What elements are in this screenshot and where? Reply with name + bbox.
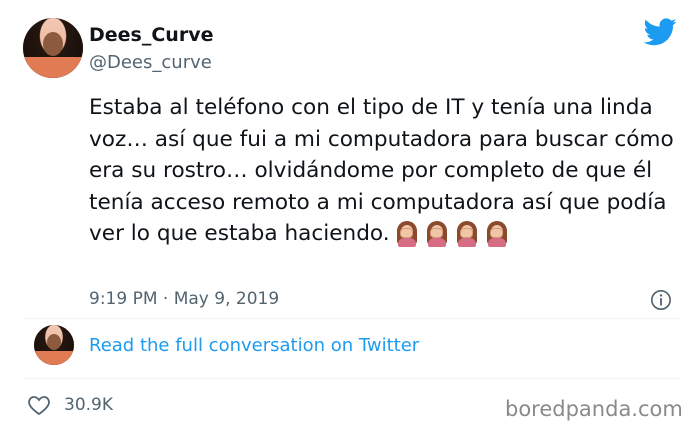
emoji-row xyxy=(396,221,508,247)
woman-facepalming-icon xyxy=(456,221,478,247)
author-handle[interactable]: @Dees_curve xyxy=(89,52,212,73)
twitter-bird-icon[interactable] xyxy=(644,18,677,46)
woman-facepalming-icon xyxy=(426,221,448,247)
heart-icon[interactable] xyxy=(27,394,51,416)
read-conversation-link[interactable]: Read the full conversation on Twitter xyxy=(89,335,419,356)
tweet-body: Estaba al teléfono con el tipo de IT y t… xyxy=(89,95,674,246)
info-icon[interactable] xyxy=(650,289,672,311)
divider xyxy=(23,318,680,319)
author-display-name[interactable]: Dees_Curve xyxy=(89,24,213,46)
conversation-avatar[interactable] xyxy=(34,325,74,365)
watermark: boredpanda.com xyxy=(505,397,683,421)
avatar[interactable] xyxy=(23,18,83,78)
tweet-text: Estaba al teléfono con el tipo de IT y t… xyxy=(89,92,689,250)
woman-facepalming-icon xyxy=(396,221,418,247)
woman-facepalming-icon xyxy=(486,221,508,247)
like-count: 30.9K xyxy=(64,395,113,415)
tweet-timestamp[interactable]: 9:19 PM · May 9, 2019 xyxy=(89,289,279,309)
divider xyxy=(23,378,680,379)
